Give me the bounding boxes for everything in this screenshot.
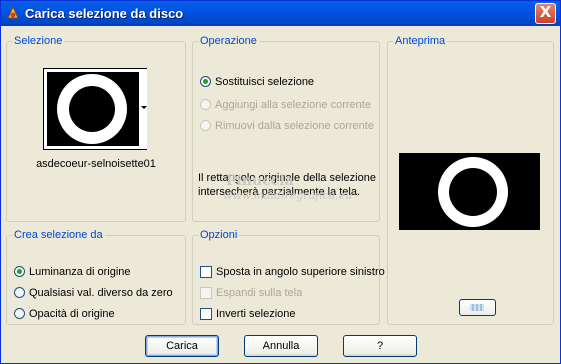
dialog-window: Carica selezione da disco X Selezione as… xyxy=(0,0,561,364)
close-button[interactable]: X xyxy=(535,3,556,24)
checkbox-indicator xyxy=(200,287,212,299)
preview-canvas xyxy=(399,153,540,230)
app-icon xyxy=(7,5,19,19)
radio-indicator xyxy=(14,308,25,319)
radio-indicator xyxy=(200,76,211,87)
preview-group: Anteprima xyxy=(387,35,554,325)
watermark-name: Pinuccia xyxy=(226,173,294,189)
checkbox-indicator xyxy=(200,308,212,320)
selection-thumbnail-dropdown[interactable] xyxy=(43,68,147,150)
radio-indicator xyxy=(200,120,211,131)
options-legend: Opzioni xyxy=(200,229,238,241)
help-button[interactable]: ? xyxy=(343,335,417,357)
ring-shape xyxy=(438,157,508,227)
close-icon: X xyxy=(539,3,552,21)
chevron-down-icon[interactable] xyxy=(140,69,147,149)
selection-group: Selezione asdecoeur-selnoisette01 xyxy=(6,35,186,222)
preview-zoom-button[interactable] xyxy=(459,299,496,316)
create-from-group: Crea selezione da Luminanza di origine Q… xyxy=(6,229,186,325)
selection-file-name: asdecoeur-selnoisette01 xyxy=(36,158,156,170)
operation-legend: Operazione xyxy=(200,35,257,47)
radio-indicator xyxy=(14,266,25,277)
window-title: Carica selezione da disco xyxy=(25,6,184,21)
radio-indicator xyxy=(200,99,211,110)
radio-indicator xyxy=(14,287,25,298)
preview-legend: Anteprima xyxy=(395,35,446,47)
cancel-button[interactable]: Annulla xyxy=(244,335,318,357)
selection-thumbnail xyxy=(47,72,139,146)
ring-shape xyxy=(57,74,127,144)
checkbox-indicator xyxy=(200,266,212,278)
selection-legend: Selezione xyxy=(14,35,63,47)
load-button[interactable]: Carica xyxy=(145,335,219,357)
options-group: Opzioni Sposta in angolo superiore sinis… xyxy=(192,229,385,325)
watermark-url: www.maidiregrafica.eu xyxy=(223,189,353,202)
title-bar[interactable]: Carica selezione da disco X xyxy=(1,1,560,26)
create-from-legend: Crea selezione da xyxy=(14,229,103,241)
